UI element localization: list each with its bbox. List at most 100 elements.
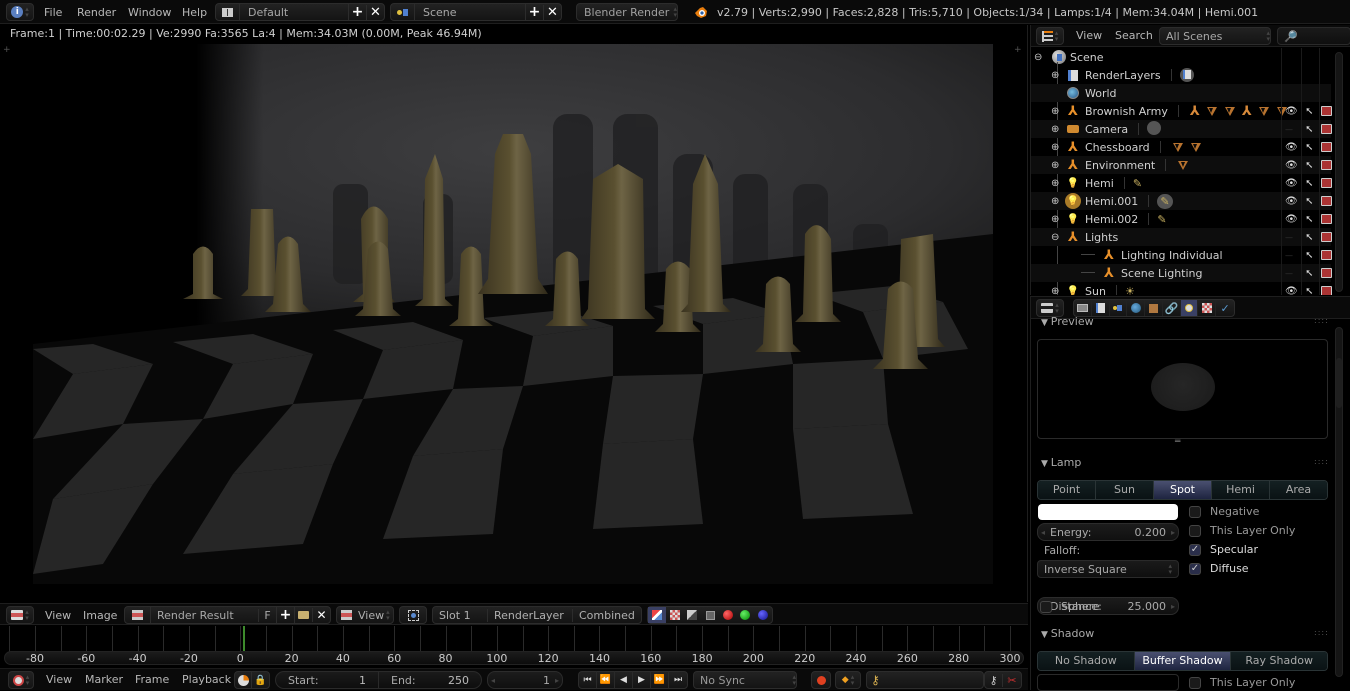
object-tab-icon[interactable]: [1145, 300, 1163, 316]
outliner-item-name[interactable]: Brownish Army: [1085, 105, 1168, 118]
fake-user-button[interactable]: F: [258, 608, 276, 622]
visibility-eye-icon[interactable]: —: [1285, 251, 1293, 260]
selectability-cursor-icon[interactable]: ➚: [1305, 106, 1313, 117]
expand-icon[interactable]: ⊕: [1051, 196, 1065, 207]
menu-window[interactable]: Window: [128, 6, 171, 19]
lamp-type-area[interactable]: Area: [1270, 481, 1327, 499]
properties-scrollbar-thumb[interactable]: [1336, 358, 1342, 408]
selectability-cursor-icon[interactable]: ➚: [1305, 268, 1313, 279]
timeline-menu-view[interactable]: View: [46, 673, 72, 686]
blue-channel-button[interactable]: [754, 607, 772, 623]
editor-type-timeline-button[interactable]: ▴ ▾: [8, 671, 34, 689]
empty-icon[interactable]: ⅄: [1187, 104, 1203, 119]
selectability-cursor-icon[interactable]: ➚: [1305, 214, 1313, 225]
image-name[interactable]: Render Result: [151, 609, 258, 622]
jump-to-start-icon[interactable]: ⏮: [579, 671, 597, 689]
slot-dropdown[interactable]: Slot 1: [433, 608, 488, 622]
physics-tab-icon[interactable]: ✓: [1216, 300, 1234, 316]
mesh-icon[interactable]: [1172, 142, 1183, 152]
expand-icon[interactable]: ⊕: [1051, 70, 1065, 81]
render-result-image[interactable]: [33, 44, 993, 584]
image-datablock-selector[interactable]: Render Result F + ✕: [124, 606, 331, 624]
expand-icon[interactable]: ⊕: [1051, 214, 1065, 225]
visibility-eye-icon[interactable]: —: [1285, 269, 1293, 278]
outliner-menu-view[interactable]: View: [1076, 29, 1102, 42]
selectability-cursor-icon[interactable]: ➚: [1305, 142, 1313, 153]
collapse-icon[interactable]: ⊖: [1051, 232, 1065, 243]
render-pass-dropdown[interactable]: Combined: [573, 609, 641, 622]
render-slot-selector[interactable]: Slot 1 RenderLayer Combined: [432, 606, 642, 624]
delete-keyframe-icon[interactable]: ✂: [1003, 674, 1021, 687]
preview-resize-handle[interactable]: ═: [1175, 437, 1180, 447]
lamp-color-swatch[interactable]: [1038, 504, 1178, 520]
render-layers-tab-icon[interactable]: [1092, 300, 1110, 316]
visibility-eye-icon[interactable]: 👁: [1285, 160, 1298, 171]
falloff-dropdown[interactable]: Inverse Square ▴ ▾: [1037, 560, 1179, 578]
selectability-cursor-icon[interactable]: ➚: [1305, 124, 1313, 135]
play-icon[interactable]: ▶: [633, 671, 651, 689]
add-scene-icon[interactable]: +: [525, 4, 543, 20]
color-alpha-channel-button[interactable]: [648, 607, 666, 623]
render-engine-dropdown[interactable]: Blender Render ▴ ▾: [576, 3, 678, 21]
scene-name[interactable]: Scene: [415, 6, 525, 19]
expand-icon[interactable]: ⊕: [1051, 124, 1065, 135]
outliner-row[interactable]: ⊕ ⅄ Brownish Army ⅄ ⅄ 👁 ➚: [1031, 102, 1332, 120]
delete-screen-icon[interactable]: ✕: [366, 4, 384, 20]
outliner-item-name[interactable]: Scene Lighting: [1121, 267, 1203, 280]
properties-scrollbar[interactable]: [1335, 327, 1343, 677]
mesh-icon[interactable]: [1258, 106, 1269, 116]
shadow-panel-header[interactable]: ▼ Shadow: [1041, 627, 1094, 640]
open-image-folder-icon[interactable]: [294, 607, 312, 623]
outliner-item-name[interactable]: Hemi: [1085, 177, 1114, 190]
this-layer-only-checkbox[interactable]: [1189, 524, 1201, 537]
editor-type-info-button[interactable]: i ▴ ▾: [6, 3, 34, 21]
screen-layout-selector[interactable]: Default + ✕: [215, 3, 385, 21]
energy-field[interactable]: Energy: 0.200: [1037, 523, 1179, 541]
empty-icon[interactable]: ⅄: [1239, 104, 1255, 119]
selectability-cursor-icon[interactable]: ➚: [1305, 286, 1313, 296]
renderability-camera-icon[interactable]: [1321, 106, 1332, 116]
renderability-camera-icon[interactable]: [1321, 160, 1332, 170]
area-split-plus-icon[interactable]: +: [1014, 45, 1022, 55]
scene-selector[interactable]: Scene + ✕: [390, 3, 562, 21]
outliner-row[interactable]: ⊕ 💡 Sun ☀ 👁 ➚: [1031, 282, 1332, 296]
this-layer-only-checkbox-row[interactable]: This Layer Only: [1189, 524, 1295, 537]
camera-data-icon[interactable]: [1147, 120, 1162, 138]
lamp-data-tab-icon[interactable]: [1180, 300, 1199, 316]
renderability-camera-icon[interactable]: [1321, 196, 1332, 206]
renderability-camera-icon[interactable]: [1321, 268, 1332, 278]
sphere-checkbox-row[interactable]: Sphere: [1040, 600, 1100, 613]
outliner-row[interactable]: ⊕ ⅄ Environment 👁 ➚: [1031, 156, 1332, 174]
negative-checkbox-row[interactable]: Negative: [1189, 505, 1259, 518]
selectability-cursor-icon[interactable]: ➚: [1305, 232, 1313, 243]
expand-icon[interactable]: ⊕: [1051, 286, 1065, 296]
mesh-icon[interactable]: [1190, 142, 1201, 152]
outliner-item-name[interactable]: Chessboard: [1085, 141, 1150, 154]
menu-render[interactable]: Render: [77, 6, 116, 19]
color-channel-button[interactable]: [666, 607, 684, 623]
world-tab-icon[interactable]: [1127, 300, 1146, 316]
renderability-camera-icon[interactable]: [1321, 232, 1332, 242]
preview-panel-header[interactable]: ▼ Preview: [1041, 315, 1094, 328]
outliner-item-name[interactable]: World: [1085, 87, 1117, 100]
alpha-channel-button[interactable]: [683, 607, 701, 623]
outliner-row[interactable]: ⅄ Lighting Individual — ➚: [1031, 246, 1332, 264]
jump-to-end-icon[interactable]: ⏭: [669, 671, 687, 689]
timeline-menu-frame[interactable]: Frame: [135, 673, 169, 686]
outliner-row[interactable]: ⊕ RenderLayers: [1031, 66, 1331, 84]
outliner-item-name[interactable]: Hemi.001: [1085, 195, 1138, 208]
start-frame-field[interactable]: Start: 1: [276, 672, 379, 688]
constraints-tab-icon[interactable]: 🔗: [1163, 300, 1181, 316]
collapse-icon[interactable]: ⊖: [1034, 52, 1048, 63]
panel-drag-handle[interactable]: ::::: [1314, 628, 1329, 637]
menu-help[interactable]: Help: [182, 6, 207, 19]
visibility-eye-icon[interactable]: 👁: [1285, 106, 1298, 117]
preview-range-toggle[interactable]: [235, 672, 253, 688]
visibility-eye-icon[interactable]: 👁: [1285, 196, 1298, 207]
outliner-search-field[interactable]: 🔎: [1277, 27, 1350, 45]
outliner-item-name[interactable]: Lighting Individual: [1121, 249, 1223, 262]
lamp-type-point[interactable]: Point: [1038, 481, 1096, 499]
expand-icon[interactable]: ⊕: [1051, 106, 1065, 117]
renderability-camera-icon[interactable]: [1321, 124, 1332, 134]
jump-next-keyframe-icon[interactable]: ⏩: [651, 671, 669, 689]
